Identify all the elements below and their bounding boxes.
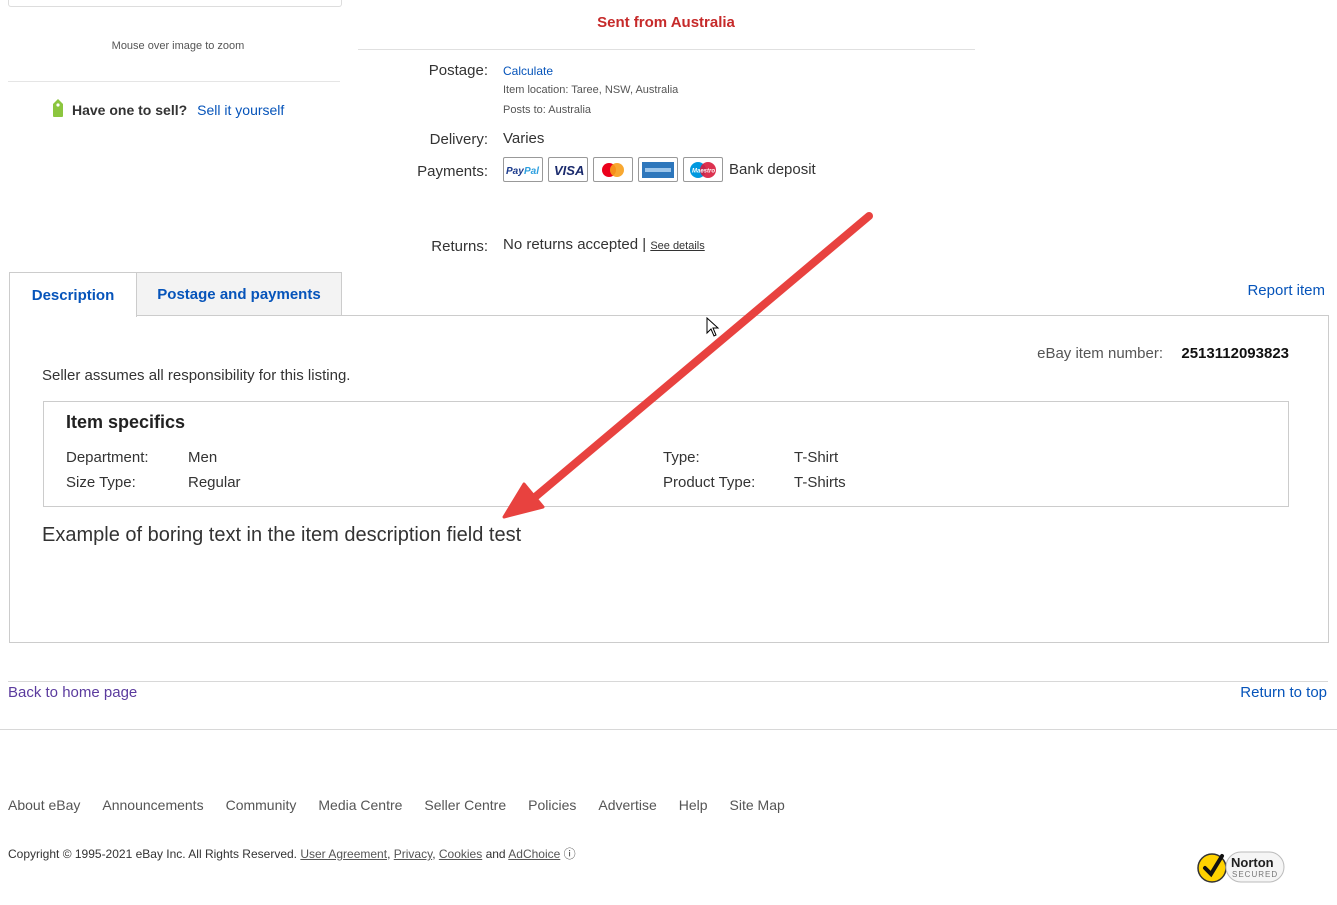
info-icon: ⓘ	[563, 847, 576, 861]
report-item-link[interactable]: Report item	[1247, 282, 1325, 299]
amex-icon	[638, 157, 678, 182]
returns-value: No returns accepted | See details	[503, 236, 705, 253]
spec-value: Men	[188, 449, 218, 466]
item-number: 2513112093823	[1181, 345, 1289, 362]
item-description-text: Example of boring text in the item descr…	[42, 524, 522, 546]
footer-link[interactable]: Seller Centre	[424, 797, 506, 813]
sell-it-yourself-link[interactable]: Sell it yourself	[197, 102, 284, 118]
delivery-label: Delivery:	[429, 131, 488, 148]
footer-link[interactable]: Media Centre	[318, 797, 402, 813]
spec-label: Product Type:	[663, 474, 756, 491]
divider	[8, 81, 340, 82]
zoom-hint: Mouse over image to zoom	[111, 40, 245, 52]
cookies-link[interactable]: Cookies	[439, 847, 482, 861]
price-tag-icon	[50, 98, 66, 121]
user-agreement-link[interactable]: User Agreement	[300, 847, 387, 861]
svg-text:VISA: VISA	[554, 163, 584, 177]
tab-description[interactable]: Description	[9, 272, 137, 317]
footer-link[interactable]: Community	[226, 797, 297, 813]
returns-label: Returns:	[431, 238, 488, 255]
svg-text:Pal: Pal	[524, 166, 539, 176]
item-number-label: eBay item number:	[1037, 345, 1163, 362]
spec-value: T-Shirt	[794, 449, 839, 466]
mastercard-icon	[593, 157, 633, 182]
spec-value: Regular	[188, 474, 241, 491]
mouse-cursor-icon	[706, 316, 720, 342]
bank-deposit-label: Bank deposit	[729, 161, 816, 178]
divider	[0, 729, 1337, 730]
maestro-icon: Maestro	[683, 157, 723, 182]
footer-link[interactable]: About eBay	[8, 797, 80, 813]
norton-secured-text: SECURED	[1232, 870, 1279, 879]
postage-label: Postage:	[428, 62, 488, 79]
norton-secured-badge[interactable]: Norton SECURED	[1196, 846, 1286, 886]
delivery-value: Varies	[503, 130, 545, 147]
item-specifics-title: Item specifics	[66, 412, 186, 432]
spec-label: Department:	[66, 449, 149, 466]
privacy-link[interactable]: Privacy	[394, 847, 432, 861]
spec-label: Size Type:	[66, 474, 136, 491]
return-to-top-link[interactable]: Return to top	[1240, 684, 1327, 701]
tab-postage-and-payments[interactable]: Postage and payments	[137, 272, 342, 316]
footer-links: About eBay Announcements Community Media…	[8, 797, 785, 813]
divider	[8, 681, 1328, 682]
item-location: Item location: Taree, NSW, Australia	[503, 84, 679, 96]
seller-responsibility: Seller assumes all responsibility for th…	[42, 367, 351, 384]
adchoice-link[interactable]: AdChoice	[508, 847, 560, 861]
image-viewer-frame	[8, 0, 342, 7]
svg-text:Pay: Pay	[506, 166, 524, 176]
payment-methods: Pay Pal VISA Maestro Bank deposit	[503, 157, 816, 182]
and-text: and	[485, 847, 506, 861]
sell-question: Have one to sell?	[72, 101, 188, 118]
footer-link[interactable]: Policies	[528, 797, 576, 813]
footer-link[interactable]: Site Map	[730, 797, 785, 813]
footer-link[interactable]: Advertise	[598, 797, 656, 813]
spec-label: Type:	[663, 449, 700, 466]
footer-link[interactable]: Help	[679, 797, 708, 813]
norton-logo-text: Norton	[1231, 855, 1274, 870]
visa-icon: VISA	[548, 157, 588, 182]
sell-prompt: Have one to sell? Sell it yourself	[50, 98, 284, 121]
copyright-text: Copyright © 1995-2021 eBay Inc. All Righ…	[8, 847, 297, 861]
posts-to: Posts to: Australia	[503, 104, 592, 116]
see-details-link[interactable]: See details	[650, 240, 704, 252]
back-to-home-link[interactable]: Back to home page	[8, 684, 137, 701]
returns-policy: No returns accepted |	[503, 236, 647, 253]
calculate-postage-link[interactable]: Calculate	[503, 64, 553, 78]
paypal-icon: Pay Pal	[503, 157, 543, 182]
svg-text:Maestro: Maestro	[692, 168, 715, 174]
spec-value: T-Shirts	[794, 474, 846, 491]
copyright: Copyright © 1995-2021 eBay Inc. All Righ…	[8, 847, 576, 861]
divider	[358, 49, 975, 50]
footer-link[interactable]: Announcements	[102, 797, 203, 813]
sent-from-label: Sent from Australia	[597, 14, 735, 31]
payments-label: Payments:	[417, 163, 488, 180]
